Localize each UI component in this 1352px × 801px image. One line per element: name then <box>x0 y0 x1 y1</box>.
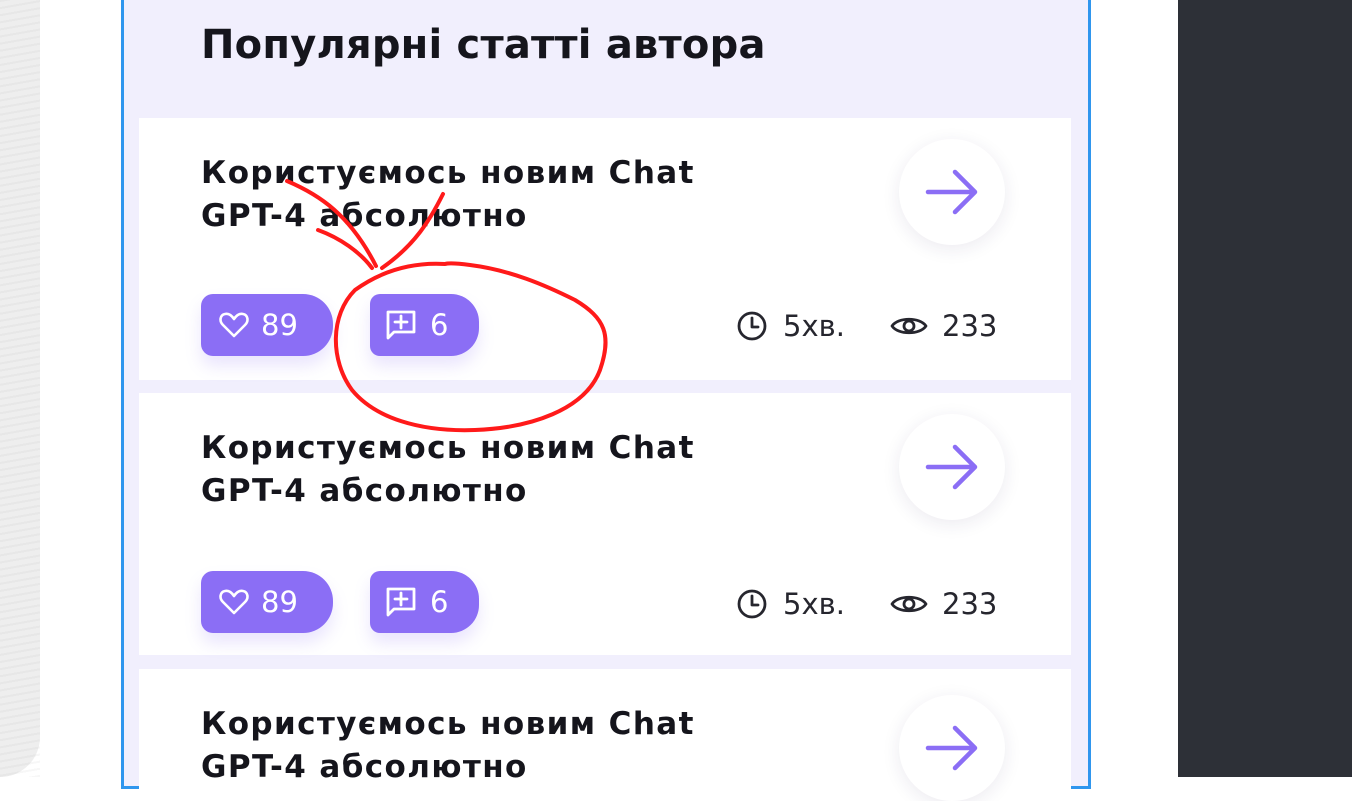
heart-icon <box>219 589 249 615</box>
section-title: Популярні статті автора <box>201 22 766 68</box>
clock-icon <box>737 589 767 619</box>
arrow-right-icon <box>925 725 978 771</box>
article-title[interactable]: Користуємось новим Chat GPT-4 абсолютно <box>201 703 721 789</box>
heart-icon <box>219 312 249 338</box>
comment-button[interactable]: 6 <box>370 571 479 633</box>
like-count: 89 <box>261 585 298 619</box>
read-time-value: 5хв. <box>783 587 845 621</box>
arrow-right-icon <box>925 169 978 215</box>
comment-add-icon <box>386 587 416 617</box>
read-time: 5хв. <box>735 582 845 626</box>
like-button[interactable]: 89 <box>201 294 333 356</box>
comment-count: 6 <box>430 585 449 619</box>
comment-button[interactable]: 6 <box>370 294 479 356</box>
clock-icon <box>737 311 767 341</box>
comment-add-icon <box>386 310 416 340</box>
eye-icon <box>890 595 928 613</box>
open-article-button[interactable] <box>899 139 1005 245</box>
comment-count: 6 <box>430 308 449 342</box>
background-texture <box>0 0 40 777</box>
read-time-value: 5хв. <box>783 309 845 343</box>
views: 233 <box>890 304 997 348</box>
article-title[interactable]: Користуємось новим Chat GPT-4 абсолютно <box>201 427 721 513</box>
dark-side-panel <box>1178 0 1352 777</box>
views-count: 233 <box>942 587 998 621</box>
views: 233 <box>890 582 997 626</box>
views-count: 233 <box>942 309 998 343</box>
article-title[interactable]: Користуємось новим Chat GPT-4 абсолютно <box>201 152 721 238</box>
like-count: 89 <box>261 308 298 342</box>
article-card[interactable]: Користуємось новим Chat GPT-4 абсолютно … <box>139 118 1071 380</box>
read-time: 5хв. <box>735 304 845 348</box>
article-card[interactable]: Користуємось новим Chat GPT-4 абсолютно <box>139 669 1071 801</box>
open-article-button[interactable] <box>899 414 1005 520</box>
like-button[interactable]: 89 <box>201 571 333 633</box>
eye-icon <box>890 317 928 335</box>
open-article-button[interactable] <box>899 695 1005 801</box>
article-card[interactable]: Користуємось новим Chat GPT-4 абсолютно … <box>139 393 1071 655</box>
arrow-right-icon <box>925 444 978 490</box>
